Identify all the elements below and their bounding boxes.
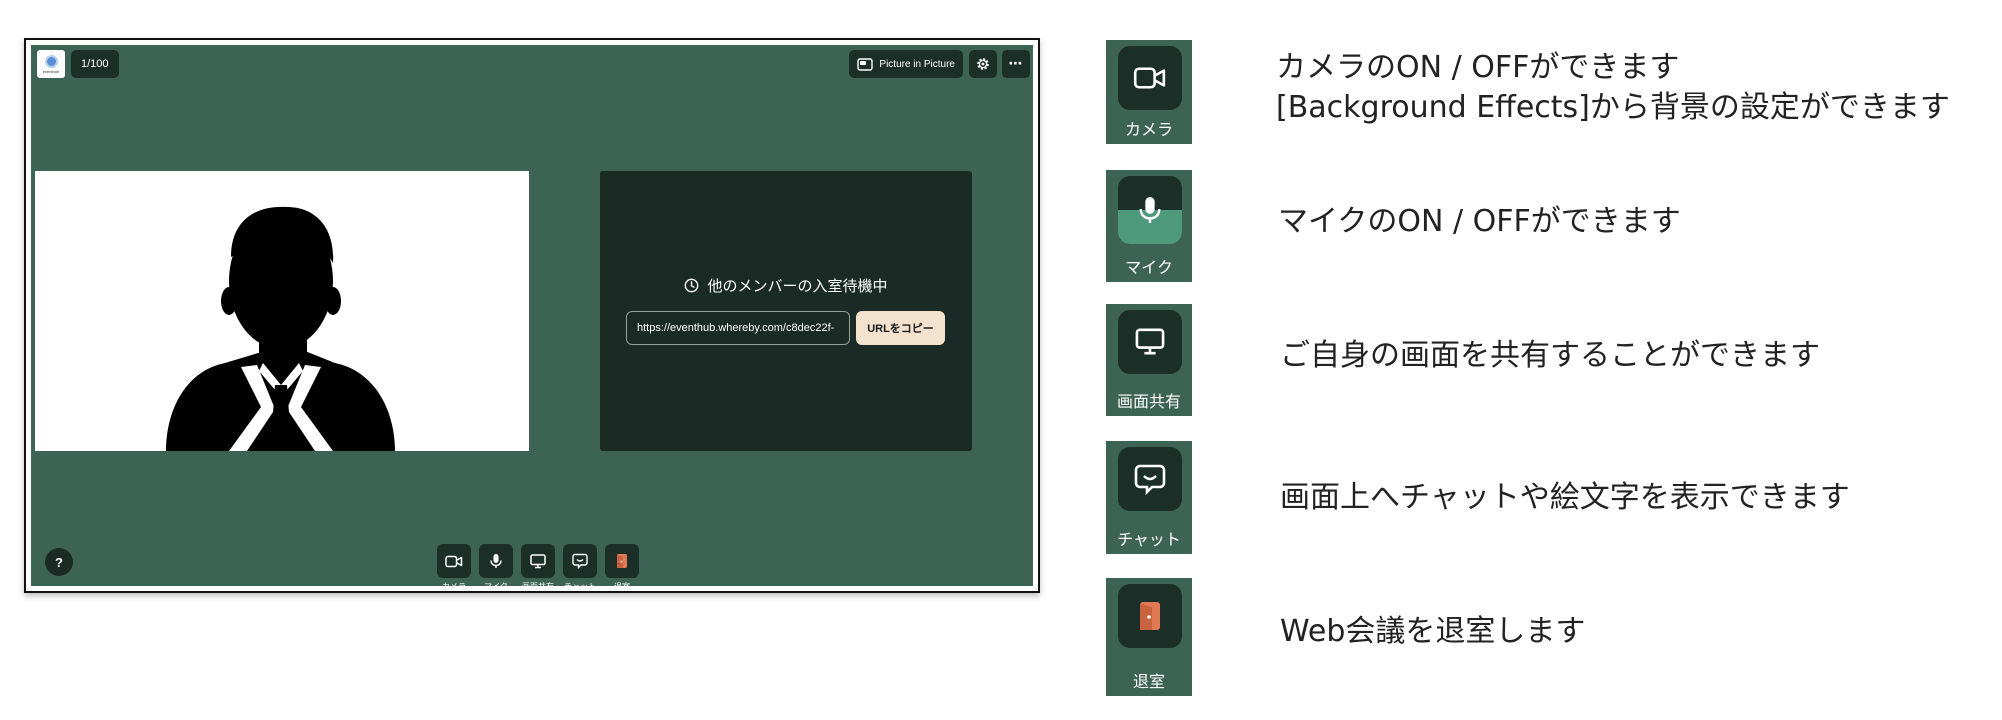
camera-control[interactable]: カメラ [437, 544, 471, 592]
waiting-message: 他のメンバーの入室待機中 [600, 275, 972, 296]
gear-icon [977, 58, 989, 70]
legend-camera-description: カメラのON / OFFができます [Background Effects]から… [1276, 50, 1950, 125]
legend-camera-label: カメラ [1124, 120, 1173, 139]
help-button[interactable]: ? [45, 548, 73, 576]
microphone-icon [1139, 197, 1161, 223]
pip-label: Picture in Picture [879, 58, 955, 70]
participant-counter: 1/100 [71, 50, 119, 78]
settings-button[interactable] [969, 50, 997, 78]
copy-url-button[interactable]: URLをコピー [856, 311, 945, 345]
chat-icon [1134, 464, 1166, 495]
leave-control-label: 退室 [614, 582, 630, 591]
legend-mic-tile: マイク [1106, 170, 1192, 282]
monitor-icon [1135, 328, 1165, 355]
chat-icon [572, 553, 588, 569]
waiting-panel: 他のメンバーの入室待機中 https://eventhub.whereby.co… [600, 171, 972, 451]
more-options-button[interactable]: ⋯ [1002, 50, 1030, 78]
door-icon [617, 554, 627, 568]
legend-chat-tile: チャット [1106, 441, 1192, 554]
leave-control[interactable]: 退室 [605, 544, 639, 592]
door-icon [1140, 602, 1160, 630]
room-url-field[interactable]: https://eventhub.whereby.com/c8dec22f- [626, 311, 850, 345]
meeting-screenshot: eventhub 1/100 Picture in Picture ⋯ 他のメン… [24, 38, 1040, 593]
camera-icon [1133, 67, 1166, 89]
person-silhouette [35, 171, 529, 451]
legend-mic-description: マイクのON / OFFができます [1278, 204, 1681, 239]
legend-chat-label: チャット [1117, 530, 1181, 549]
legend-camera-tile: カメラ [1106, 40, 1192, 144]
legend-chat-description: 画面上へチャットや絵文字を表示できます [1280, 480, 1850, 515]
screenshare-control[interactable]: 画面共有 [521, 544, 555, 592]
legend-screenshare-tile: 画面共有 [1106, 304, 1192, 416]
chat-control[interactable]: チャット [563, 544, 597, 592]
legend-screenshare-description: ご自身の画面を共有することができます [1280, 338, 1820, 373]
pip-icon [857, 57, 874, 71]
eventhub-logo: eventhub [37, 50, 65, 78]
monitor-icon [530, 553, 546, 568]
clock-icon [685, 278, 699, 293]
meeting-stage: eventhub 1/100 Picture in Picture ⋯ 他のメン… [31, 45, 1033, 591]
mic-control[interactable]: マイク [479, 544, 513, 592]
camera-icon [445, 555, 463, 567]
microphone-icon [490, 554, 502, 568]
legend-leave-tile: 退室 [1106, 578, 1192, 696]
waiting-text: 他のメンバーの入室待機中 [707, 277, 888, 295]
legend-leave-description: Web会議を退室します [1280, 614, 1586, 649]
legend-mic-label: マイク [1125, 258, 1173, 277]
picture-in-picture-button[interactable]: Picture in Picture [849, 50, 963, 78]
legend-leave-label: 退室 [1132, 672, 1165, 691]
self-video [35, 171, 529, 451]
legend-screenshare-label: 画面共有 [1116, 392, 1181, 411]
